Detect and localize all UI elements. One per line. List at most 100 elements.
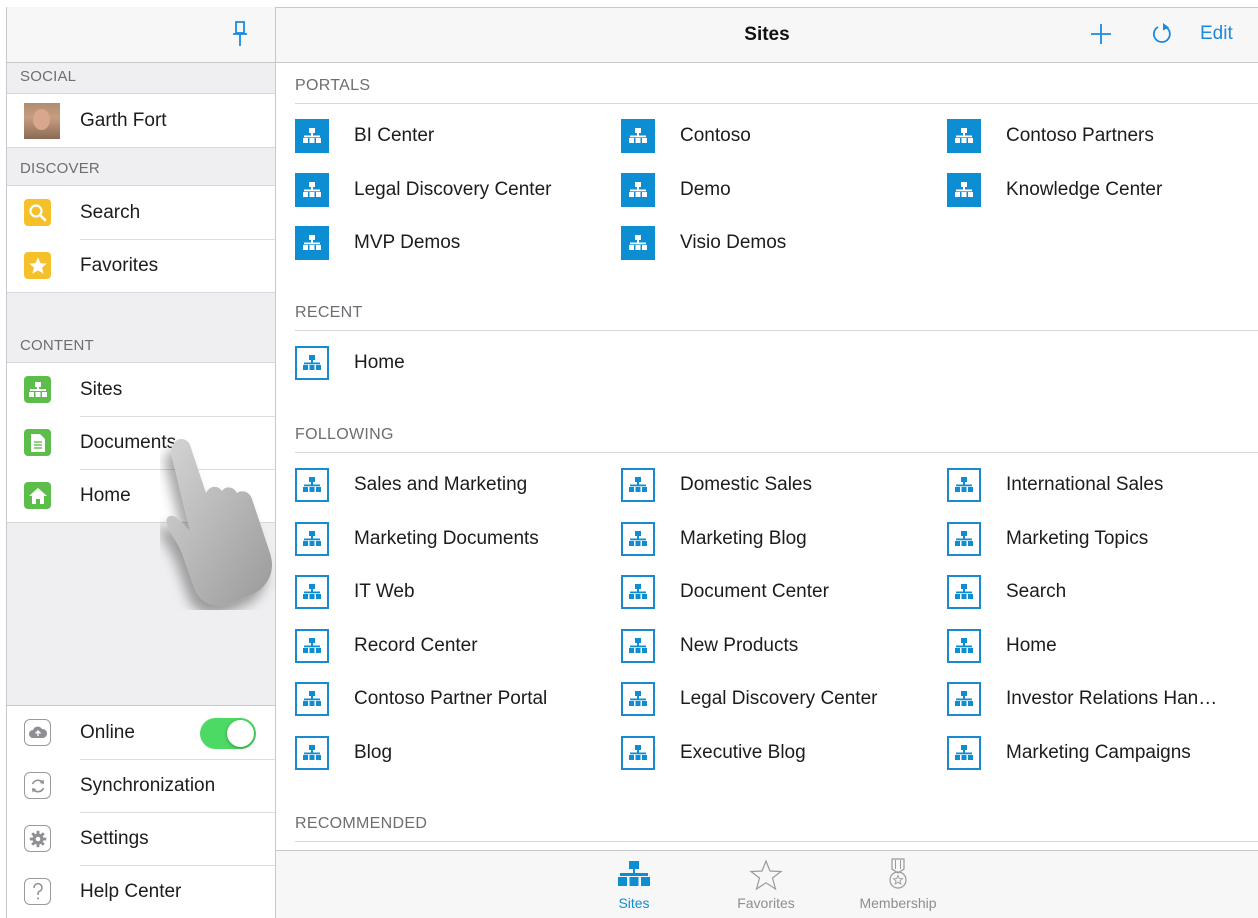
site-label: Marketing Blog	[680, 527, 807, 549]
site-icon	[947, 575, 981, 609]
content-group: Sites Documents Home	[7, 362, 275, 523]
edit-button[interactable]: Edit	[1200, 23, 1233, 45]
sidebar-bottom-group: Online Synchronization Settings Help Cen…	[7, 705, 275, 918]
sidebar-item-home[interactable]: Home	[7, 469, 275, 522]
site-icon	[947, 521, 981, 556]
sidebar-item-label: Online	[80, 721, 135, 743]
discover-group: Search Favorites	[7, 185, 275, 293]
sidebar-item-sites[interactable]: Sites	[7, 363, 275, 416]
tab-label: Favorites	[737, 895, 795, 911]
site-item[interactable]: Home	[947, 628, 1057, 664]
sidebar-item-favorites[interactable]: Favorites	[7, 239, 275, 292]
tab-label: Membership	[859, 895, 937, 911]
site-item[interactable]: Sales and Marketing	[295, 467, 527, 503]
sidebar-item-settings[interactable]: Settings	[7, 812, 275, 865]
site-label: Legal Discovery Center	[354, 178, 552, 200]
site-label: Contoso Partner Portal	[354, 688, 548, 709]
section-header-following: FOLLOWING	[295, 426, 1258, 453]
site-icon	[295, 119, 329, 153]
site-item[interactable]: IT Web	[295, 574, 415, 610]
site-icon	[295, 682, 329, 716]
site-item[interactable]: Search	[947, 574, 1066, 610]
sidebar-toolbar	[7, 7, 275, 63]
site-label: Knowledge Center	[1006, 178, 1163, 200]
sidebar-item-documents[interactable]: Documents	[7, 416, 275, 469]
site-item[interactable]: BI Center	[295, 118, 434, 154]
sidebar-item-label: Favorites	[80, 254, 159, 276]
site-item[interactable]: Legal Discovery Center	[621, 681, 877, 717]
sidebar-item-search[interactable]: Search	[7, 186, 275, 239]
site-label: Marketing Documents	[354, 527, 539, 549]
site-item[interactable]: Legal Discovery Center	[295, 172, 551, 208]
site-item[interactable]: Visio Demos	[621, 225, 786, 261]
tab-sites[interactable]: Sites	[579, 857, 689, 911]
site-label: Visio Demos	[680, 232, 787, 253]
site-icon	[947, 682, 981, 716]
site-icon	[947, 172, 981, 207]
site-icon	[295, 628, 329, 663]
star-icon	[24, 252, 51, 279]
site-item[interactable]: Investor Relations Han…	[947, 681, 1217, 717]
site-item[interactable]: Blog	[295, 735, 392, 771]
sites-icon	[618, 861, 650, 886]
online-toggle[interactable]	[200, 718, 256, 749]
add-icon[interactable]	[1089, 21, 1113, 47]
sync-icon	[24, 772, 51, 799]
navigation-bar: Sites Edit	[276, 8, 1258, 63]
site-item[interactable]: MVP Demos	[295, 225, 460, 261]
site-item[interactable]: International Sales	[947, 467, 1163, 503]
document-icon	[24, 429, 51, 456]
pin-icon[interactable]	[233, 21, 247, 47]
site-label: Home	[1006, 634, 1057, 656]
site-item[interactable]: Home	[295, 345, 405, 381]
sidebar-item-user[interactable]: Garth Fort	[7, 94, 275, 147]
site-item[interactable]: Marketing Campaigns	[947, 735, 1191, 771]
site-icon	[295, 346, 329, 380]
site-item[interactable]: Knowledge Center	[947, 172, 1162, 208]
main-content: Sites Edit PORTALS RECENT FOLLOWING RECO…	[276, 7, 1258, 918]
site-item[interactable]: Executive Blog	[621, 735, 806, 771]
site-item[interactable]: Record Center	[295, 628, 478, 664]
site-label: Demo	[680, 178, 731, 200]
sidebar-item-synchronization[interactable]: Synchronization	[7, 759, 275, 812]
home-icon	[24, 482, 51, 509]
site-icon	[621, 628, 655, 663]
sidebar-item-help-center[interactable]: Help Center	[7, 865, 275, 918]
tab-favorites[interactable]: Favorites	[711, 857, 821, 911]
refresh-icon[interactable]	[1150, 21, 1174, 47]
site-icon	[621, 468, 655, 502]
section-header-portals: PORTALS	[295, 77, 1258, 104]
tab-membership[interactable]: Membership	[843, 857, 953, 911]
site-item[interactable]: Marketing Topics	[947, 521, 1148, 557]
site-icon	[295, 226, 329, 260]
site-label: New Products	[680, 634, 799, 656]
site-icon	[621, 682, 655, 716]
cloud-icon	[24, 719, 51, 746]
site-item[interactable]: Document Center	[621, 574, 829, 610]
site-item[interactable]: Demo	[621, 172, 731, 208]
site-icon	[295, 172, 329, 207]
site-item[interactable]: Marketing Documents	[295, 521, 539, 557]
social-group: Garth Fort	[7, 93, 275, 148]
site-item[interactable]: New Products	[621, 628, 798, 664]
site-label: Contoso Partners	[1006, 125, 1154, 146]
site-icon	[621, 226, 655, 260]
site-label: Home	[354, 352, 405, 373]
site-label: International Sales	[1006, 474, 1164, 495]
sidebar-item-label: Sites	[80, 378, 123, 400]
site-item[interactable]: Marketing Blog	[621, 521, 807, 557]
site-item[interactable]: Contoso	[621, 118, 751, 154]
site-item[interactable]: Contoso Partner Portal	[295, 681, 547, 717]
site-label: BI Center	[354, 125, 435, 146]
site-icon	[295, 735, 329, 770]
site-icon	[621, 735, 655, 770]
site-item[interactable]: Contoso Partners	[947, 118, 1154, 154]
site-item[interactable]: Domestic Sales	[621, 467, 812, 503]
site-label: Record Center	[354, 634, 478, 656]
site-icon	[621, 521, 655, 556]
site-label: Legal Discovery Center	[680, 688, 878, 709]
site-label: MVP Demos	[354, 232, 461, 253]
site-label: Sales and Marketing	[354, 474, 528, 495]
sidebar-item-label: Settings	[80, 827, 149, 849]
site-icon	[621, 172, 655, 207]
